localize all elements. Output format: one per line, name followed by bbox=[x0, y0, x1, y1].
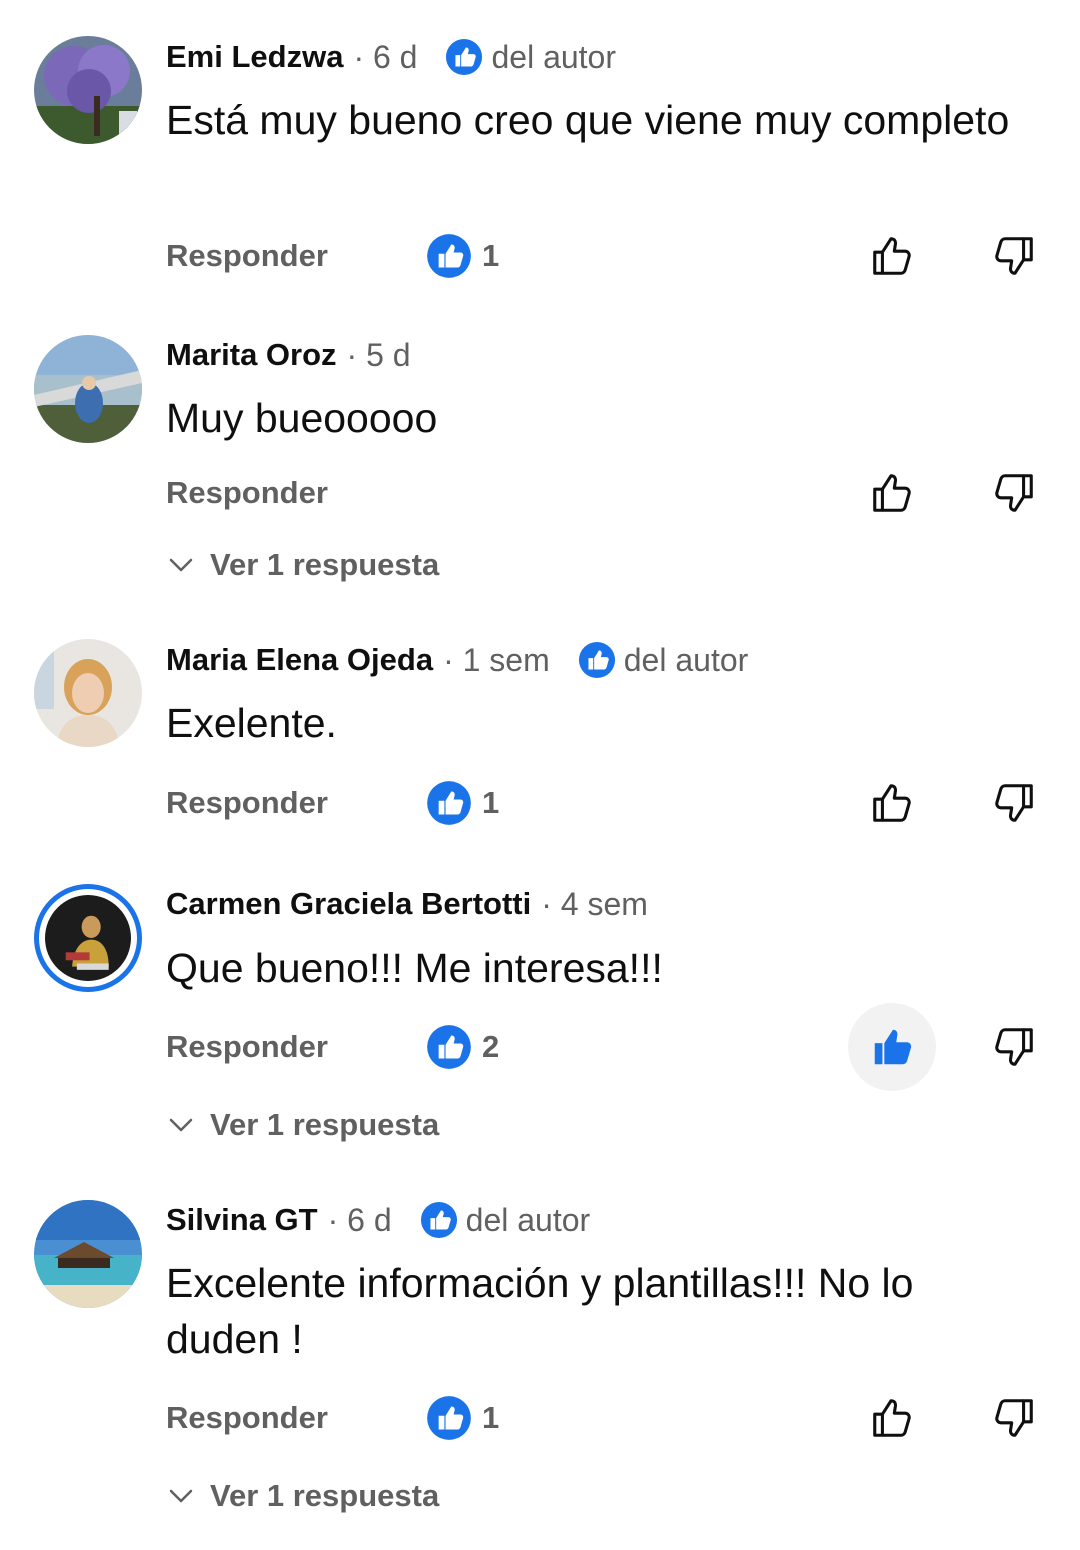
comment-text: Excelente información y plantillas!!! No… bbox=[166, 1260, 914, 1362]
reply-button[interactable]: Responder bbox=[166, 463, 328, 523]
avatar[interactable] bbox=[34, 1200, 142, 1308]
view-replies-label: Ver 1 respuesta bbox=[210, 1107, 440, 1142]
comment-actions: Responder 1 bbox=[166, 773, 1080, 833]
thumb-down-icon bbox=[995, 1028, 1033, 1066]
comment-time: · 6 d bbox=[353, 38, 418, 75]
thumb-down-icon bbox=[995, 237, 1033, 275]
like-button[interactable] bbox=[848, 212, 936, 300]
thumb-down-icon bbox=[995, 1399, 1033, 1437]
comment-header: Marita Oroz · 5 d bbox=[166, 333, 417, 377]
author-liked-label: del autor bbox=[465, 1201, 591, 1238]
comment-time: · 6 d bbox=[327, 1201, 392, 1238]
like-button[interactable] bbox=[848, 759, 936, 847]
avatar-image bbox=[34, 335, 142, 443]
thumb-up-filled-icon bbox=[874, 1029, 912, 1065]
chevron-down-icon bbox=[169, 558, 193, 572]
avatar-image bbox=[34, 1200, 142, 1308]
author-liked-indicator: del autor bbox=[445, 38, 616, 76]
heart-like-badge-icon bbox=[446, 38, 483, 76]
comment-actions: Responder 1 bbox=[166, 226, 1080, 286]
reply-button[interactable]: Responder bbox=[166, 226, 328, 286]
avatar[interactable] bbox=[34, 36, 142, 144]
like-count-value: 1 bbox=[482, 785, 500, 820]
comment-actions: Responder bbox=[166, 463, 1080, 523]
like-count-value: 2 bbox=[482, 1029, 500, 1064]
like-button[interactable] bbox=[848, 1374, 936, 1462]
comment-actions: Responder 1 bbox=[166, 1388, 1080, 1448]
avatar[interactable] bbox=[34, 639, 142, 747]
comment-header: Carmen Graciela Bertotti · 4 sem bbox=[166, 882, 654, 926]
thumb-up-icon bbox=[873, 237, 911, 275]
author-name[interactable]: Maria Elena Ojeda bbox=[166, 642, 433, 678]
thumb-up-icon bbox=[873, 784, 911, 822]
like-count: 1 bbox=[426, 1395, 499, 1441]
author-liked-label: del autor bbox=[623, 641, 749, 678]
thumb-up-icon bbox=[873, 1399, 911, 1437]
reply-button[interactable]: Responder bbox=[166, 773, 328, 833]
author-name[interactable]: Carmen Graciela Bertotti bbox=[166, 886, 531, 922]
author-name[interactable]: Silvina GT bbox=[166, 1202, 318, 1238]
comment-time: · 4 sem bbox=[541, 885, 648, 922]
dislike-button[interactable] bbox=[970, 449, 1058, 537]
comment-header: Maria Elena Ojeda · 1 sem del autor bbox=[166, 638, 748, 682]
like-button[interactable] bbox=[848, 449, 936, 537]
heart-like-badge-icon bbox=[427, 234, 471, 278]
like-count: 1 bbox=[426, 780, 499, 826]
comment-text: Que bueno!!! Me interesa!!! bbox=[166, 945, 663, 991]
like-count-value: 1 bbox=[482, 1400, 500, 1435]
reply-button[interactable]: Responder bbox=[166, 1017, 328, 1077]
author-liked-indicator: del autor bbox=[420, 1201, 591, 1239]
comment-header: Emi Ledzwa · 6 d del autor bbox=[166, 35, 616, 79]
comment-time: · 5 d bbox=[346, 336, 411, 373]
reply-button[interactable]: Responder bbox=[166, 1388, 328, 1448]
like-button[interactable] bbox=[848, 1003, 936, 1091]
avatar-image bbox=[34, 639, 142, 747]
comment-actions: Responder 2 bbox=[166, 1003, 1080, 1091]
comment-time: · 1 sem bbox=[443, 641, 550, 678]
avatar[interactable] bbox=[34, 884, 142, 992]
thumb-down-icon bbox=[995, 784, 1033, 822]
view-replies-button[interactable]: Ver 1 respuesta bbox=[166, 540, 439, 590]
avatar-image bbox=[34, 36, 142, 144]
heart-like-badge-icon bbox=[427, 781, 471, 825]
chevron-down-icon bbox=[169, 1489, 193, 1503]
author-name[interactable]: Marita Oroz bbox=[166, 337, 337, 373]
like-count: 2 bbox=[426, 1024, 499, 1070]
dislike-button[interactable] bbox=[970, 1003, 1058, 1091]
thumb-up-icon bbox=[873, 474, 911, 512]
comment-header: Silvina GT · 6 d del autor bbox=[166, 1198, 590, 1242]
heart-like-badge-icon bbox=[578, 641, 615, 679]
heart-like-badge-icon bbox=[427, 1025, 471, 1069]
dislike-button[interactable] bbox=[970, 212, 1058, 300]
view-replies-label: Ver 1 respuesta bbox=[210, 547, 440, 582]
view-replies-button[interactable]: Ver 1 respuesta bbox=[166, 1100, 439, 1150]
comment-text: Muy bueooooo bbox=[166, 395, 438, 441]
heart-like-badge-icon bbox=[427, 1396, 471, 1440]
avatar-image bbox=[45, 895, 131, 981]
heart-like-badge-icon bbox=[420, 1201, 457, 1239]
comment-text: Exelente. bbox=[166, 700, 337, 746]
view-replies-button[interactable]: Ver 1 respuesta bbox=[166, 1471, 439, 1521]
like-count-value: 1 bbox=[482, 238, 500, 273]
dislike-button[interactable] bbox=[970, 1374, 1058, 1462]
view-replies-label: Ver 1 respuesta bbox=[210, 1478, 440, 1513]
comment-text: Está muy bueno creo que viene muy comple… bbox=[166, 97, 1010, 143]
thumb-down-icon bbox=[995, 474, 1033, 512]
chevron-down-icon bbox=[169, 1118, 193, 1132]
dislike-button[interactable] bbox=[970, 759, 1058, 847]
like-count: 1 bbox=[426, 233, 499, 279]
author-liked-indicator: del autor bbox=[578, 641, 749, 679]
author-liked-label: del autor bbox=[491, 38, 616, 75]
avatar[interactable] bbox=[34, 335, 142, 443]
author-name[interactable]: Emi Ledzwa bbox=[166, 39, 343, 75]
